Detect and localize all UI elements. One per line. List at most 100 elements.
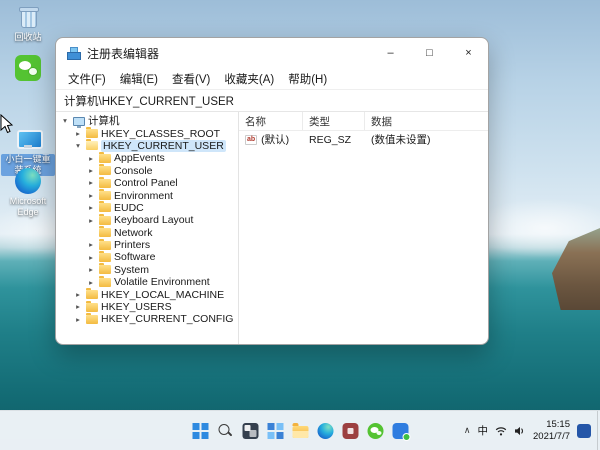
list-body: ab(默认)REG_SZ(数值未设置) bbox=[239, 131, 488, 148]
window-body: ▾ 计算机▸HKEY_CLASSES_ROOT▾HKEY_CURRENT_USER… bbox=[56, 112, 488, 344]
desktop: 回收站小白一键重装系统Microsoft Edge 注册表编辑器 – □ × 文… bbox=[0, 0, 600, 450]
tree-item-hkey-current-user[interactable]: ▾HKEY_CURRENT_USER bbox=[56, 140, 238, 152]
tree-item-system[interactable]: ▸ System bbox=[56, 264, 238, 276]
folder-icon bbox=[99, 228, 111, 237]
folder-icon bbox=[99, 253, 111, 262]
tree-item-label: 计算机 bbox=[88, 115, 120, 127]
search-button[interactable] bbox=[213, 417, 238, 444]
taskview-icon bbox=[242, 423, 258, 439]
menu-item-1[interactable]: 编辑(E) bbox=[113, 69, 165, 89]
edge-desktop-shortcut[interactable]: Microsoft Edge bbox=[0, 168, 56, 218]
volume-icon[interactable] bbox=[514, 425, 526, 437]
column-header-0[interactable]: 名称 bbox=[239, 112, 303, 130]
window-titlebar[interactable]: 注册表编辑器 – □ × bbox=[56, 38, 488, 68]
wechat-icon bbox=[15, 55, 41, 81]
tree-item-control-panel[interactable]: ▸ Control Panel bbox=[56, 177, 238, 189]
xiaobai-icon bbox=[15, 126, 41, 152]
network-icon[interactable] bbox=[495, 425, 507, 437]
maximize-button[interactable]: □ bbox=[410, 38, 449, 68]
tree-item-label: System bbox=[114, 264, 149, 276]
chevron-right-icon[interactable]: ▸ bbox=[73, 303, 83, 311]
pinned-app-1-button[interactable] bbox=[338, 417, 363, 444]
file-explorer-button[interactable] bbox=[288, 417, 313, 444]
chevron-right-icon[interactable]: ▸ bbox=[86, 155, 96, 163]
wechat-desktop-shortcut[interactable] bbox=[0, 55, 56, 81]
tree-item-network[interactable]: Network bbox=[56, 227, 238, 239]
value-name: (默认) bbox=[261, 132, 289, 147]
close-button[interactable]: × bbox=[449, 38, 488, 68]
chevron-right-icon[interactable]: ▸ bbox=[86, 167, 96, 175]
address-bar[interactable] bbox=[56, 89, 488, 112]
wechat-icon bbox=[367, 423, 383, 439]
chevron-right-icon[interactable]: ▸ bbox=[86, 192, 96, 200]
menu-item-3[interactable]: 收藏夹(A) bbox=[217, 69, 281, 89]
tree-item-hkey-classes-root[interactable]: ▸HKEY_CLASSES_ROOT bbox=[56, 127, 238, 139]
edge-button[interactable] bbox=[313, 417, 338, 444]
tree-item-console[interactable]: ▸Console bbox=[56, 165, 238, 177]
tree-item--[interactable]: ▾ 计算机 bbox=[56, 115, 238, 127]
chevron-right-icon[interactable]: ▸ bbox=[86, 279, 96, 287]
tree-item-environment[interactable]: ▸ Environment bbox=[56, 189, 238, 201]
value-data: (数值未设置) bbox=[365, 132, 488, 147]
tree-item-label: Network bbox=[114, 227, 153, 239]
chevron-right-icon[interactable]: ▸ bbox=[86, 266, 96, 274]
folder-icon bbox=[99, 278, 111, 287]
window-controls: – □ × bbox=[371, 38, 488, 68]
chevron-right-icon[interactable]: ▸ bbox=[86, 254, 96, 262]
menu-item-2[interactable]: 查看(V) bbox=[165, 69, 217, 89]
start-button[interactable] bbox=[188, 417, 213, 444]
chevron-right-icon[interactable]: ▸ bbox=[73, 130, 83, 138]
folder-icon bbox=[99, 265, 111, 274]
registry-tree: ▾ 计算机▸HKEY_CLASSES_ROOT▾HKEY_CURRENT_USER… bbox=[56, 112, 239, 344]
recycle-desktop-shortcut[interactable]: 回收站 bbox=[0, 4, 56, 43]
tree-item-label: AppEvents bbox=[114, 152, 165, 164]
tree-item-label: HKEY_LOCAL_MACHINE bbox=[101, 289, 224, 301]
chevron-right-icon[interactable]: ▸ bbox=[86, 204, 96, 212]
tray-chevron-up-icon[interactable]: ∧ bbox=[464, 425, 471, 436]
ime-indicator[interactable]: 中 bbox=[478, 423, 489, 438]
computer-icon bbox=[73, 117, 85, 126]
pinned-app-2-button[interactable] bbox=[388, 417, 413, 444]
task-view-button[interactable] bbox=[238, 417, 263, 444]
taskbar-icons bbox=[188, 411, 413, 450]
app2-icon bbox=[392, 423, 408, 439]
notification-tray-app-icon[interactable] bbox=[577, 424, 591, 438]
column-header-1[interactable]: 类型 bbox=[303, 112, 365, 130]
menu-item-4[interactable]: 帮助(H) bbox=[281, 69, 334, 89]
tree-item-label: HKEY_USERS bbox=[101, 301, 172, 313]
minimize-button[interactable]: – bbox=[371, 38, 410, 68]
string-value-icon: ab bbox=[245, 135, 257, 145]
tree-item-software[interactable]: ▸ Software bbox=[56, 251, 238, 263]
folder-icon bbox=[99, 203, 111, 212]
tree-item-appevents[interactable]: ▸ AppEvents bbox=[56, 152, 238, 164]
tree-item-volatile-environment[interactable]: ▸Volatile Environment bbox=[56, 276, 238, 288]
clock[interactable]: 15:15 2021/7/7 bbox=[533, 419, 570, 443]
tree-item-label: Control Panel bbox=[114, 177, 178, 189]
column-header-2[interactable]: 数据 bbox=[365, 112, 488, 130]
recycle-icon bbox=[15, 4, 41, 30]
chevron-down-icon[interactable]: ▾ bbox=[60, 117, 70, 125]
tree-item-eudc[interactable]: ▸EUDC bbox=[56, 202, 238, 214]
tree-item-label: Environment bbox=[114, 190, 173, 202]
app1-icon bbox=[342, 423, 358, 439]
chevron-right-icon[interactable]: ▸ bbox=[73, 291, 83, 299]
menu-item-0[interactable]: 文件(F) bbox=[61, 69, 113, 89]
value-row[interactable]: ab(默认)REG_SZ(数值未设置) bbox=[239, 131, 488, 148]
tree-item-hkey-local-machine[interactable]: ▸ HKEY_LOCAL_MACHINE bbox=[56, 288, 238, 300]
tree-item-keyboard-layout[interactable]: ▸Keyboard Layout bbox=[56, 214, 238, 226]
chevron-right-icon[interactable]: ▸ bbox=[73, 316, 83, 324]
chevron-right-icon[interactable]: ▸ bbox=[86, 179, 96, 187]
folder-open-icon bbox=[86, 141, 98, 150]
tree-item-hkey-current-config[interactable]: ▸HKEY_CURRENT_CONFIG bbox=[56, 313, 238, 325]
tree-item-label: Software bbox=[114, 251, 155, 263]
tree-item-hkey-users[interactable]: ▸ HKEY_USERS bbox=[56, 301, 238, 313]
wechat-button[interactable] bbox=[363, 417, 388, 444]
chevron-down-icon[interactable]: ▾ bbox=[73, 142, 83, 150]
chevron-right-icon[interactable]: ▸ bbox=[86, 217, 96, 225]
tree-item-printers[interactable]: ▸Printers bbox=[56, 239, 238, 251]
desktop-icon-label: 回收站 bbox=[12, 32, 43, 43]
widgets-button[interactable] bbox=[263, 417, 288, 444]
value-list-pane: 名称类型数据 ab(默认)REG_SZ(数值未设置) bbox=[239, 112, 488, 344]
edge-icon bbox=[317, 423, 333, 439]
chevron-right-icon[interactable]: ▸ bbox=[86, 241, 96, 249]
